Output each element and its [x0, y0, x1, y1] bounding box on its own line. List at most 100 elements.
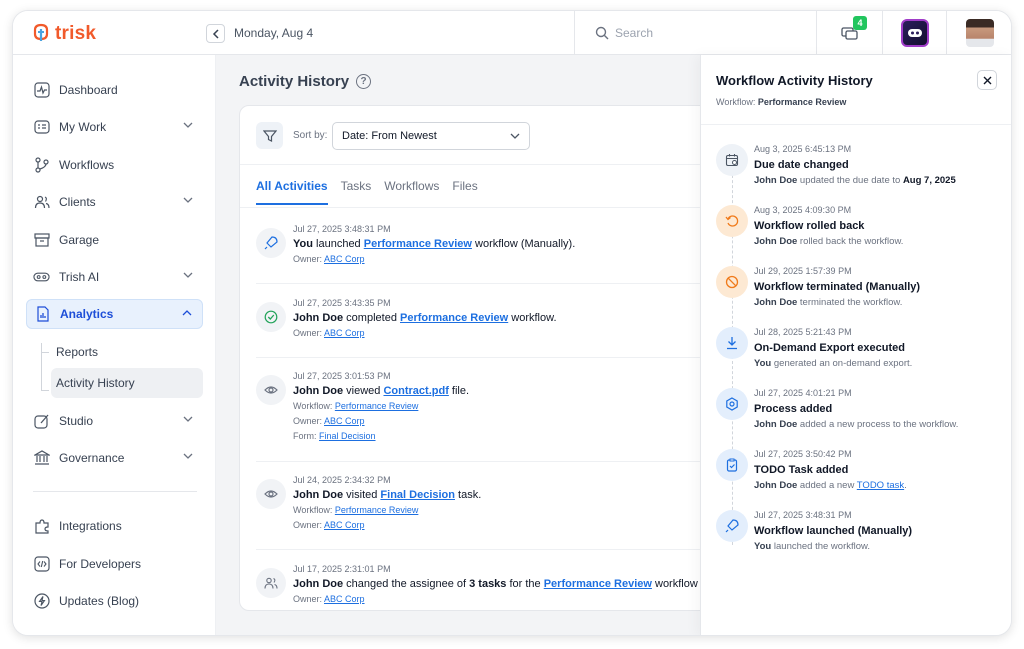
users-icon: [33, 194, 50, 211]
logo-text: trisk: [55, 22, 97, 44]
rocket-icon: [256, 228, 286, 258]
sidebar-item-label: Trish AI: [59, 270, 100, 284]
meta-label: Owner:: [293, 594, 325, 604]
activity-actor: John Doe: [293, 385, 344, 397]
archive-icon: [33, 232, 50, 249]
sidebar-item-garage[interactable]: Garage: [26, 225, 203, 255]
activity-link[interactable]: Contract.pdf: [383, 385, 448, 397]
messages-button[interactable]: 4: [816, 11, 882, 55]
sidebar-item-studio[interactable]: Studio: [26, 406, 203, 436]
event-link[interactable]: TODO task: [857, 480, 904, 491]
logo[interactable]: trisk: [31, 22, 96, 45]
meta-label: Owner:: [293, 328, 325, 338]
divider: [256, 461, 704, 462]
activity-card: Sort by: Date: From Newest All Activitie…: [239, 105, 719, 611]
sidebar-item-trish-ai[interactable]: Trish AI: [26, 262, 203, 292]
help-icon[interactable]: ?: [356, 74, 372, 89]
sidebar-item-integrations[interactable]: Integrations: [26, 511, 203, 541]
activity-rest: task.: [455, 489, 482, 501]
event-desc-text: generated an on-demand export.: [771, 358, 913, 369]
close-button[interactable]: [977, 70, 997, 90]
meta-label: Workflow:: [293, 401, 335, 411]
event-desc-text: added a new process to the workflow.: [797, 419, 959, 430]
owner-link[interactable]: ABC Corp: [324, 254, 365, 264]
sidebar-item-label: Studio: [59, 414, 94, 428]
sidebar-item-updates-blog[interactable]: Updates (Blog): [26, 586, 203, 616]
sidebar-item-workflows[interactable]: Workflows: [26, 150, 203, 180]
chevron-down-icon: [183, 453, 193, 459]
users-icon: [256, 568, 286, 598]
meta-label: Owner:: [293, 416, 325, 426]
sidebar-item-dashboard[interactable]: Dashboard: [26, 75, 203, 105]
event-title: TODO Task added: [754, 464, 849, 476]
owner-link[interactable]: ABC Corp: [324, 520, 365, 530]
form-link[interactable]: Final Decision: [319, 431, 376, 441]
activity-link[interactable]: Performance Review: [544, 578, 652, 590]
search-input[interactable]: Search: [574, 11, 816, 55]
tab-workflows[interactable]: Workflows: [384, 179, 439, 205]
sidebar-subitem-activity-history[interactable]: Activity History: [51, 368, 203, 398]
event-title: On-Demand Export executed: [754, 342, 905, 354]
tab-files[interactable]: Files: [452, 179, 477, 205]
divider: [240, 164, 718, 165]
sort-label: Sort by:: [293, 130, 328, 141]
activity-verb: changed the assignee of: [343, 578, 470, 590]
chevron-up-icon: [182, 310, 192, 316]
event-title: Workflow terminated (Manually): [754, 281, 921, 293]
sort-select[interactable]: Date: From Newest: [332, 122, 530, 150]
logo-icon: [31, 22, 51, 45]
eye-icon: [256, 479, 286, 509]
sidebar-item-clients[interactable]: Clients: [26, 187, 203, 217]
workflow-link[interactable]: Performance Review: [335, 505, 419, 515]
activity-verb: launched: [312, 238, 364, 250]
sidebar-item-for-developers[interactable]: For Developers: [26, 549, 203, 579]
activity-rest: workflow (Manually).: [471, 238, 576, 250]
code-icon: [33, 556, 50, 573]
event-desc-text: added a new: [797, 480, 857, 491]
tab-tasks[interactable]: Tasks: [341, 179, 372, 205]
event-time: Jul 28, 2025 5:21:43 PM: [754, 327, 852, 337]
panel-subtitle-label: Workflow:: [716, 97, 758, 107]
activity-owner: Owner: ABC Corp: [293, 594, 718, 609]
notification-badge: 4: [853, 16, 867, 30]
event-actor: John Doe: [754, 419, 798, 430]
activity-time: Jul 24, 2025 2:34:32 PM: [293, 475, 391, 485]
sidebar-item-label: Analytics: [60, 307, 114, 321]
activity-link[interactable]: Performance Review: [400, 312, 508, 324]
sidebar-item-governance[interactable]: Governance: [26, 443, 203, 473]
panel-subtitle-value: Performance Review: [757, 97, 847, 107]
owner-link[interactable]: ABC Corp: [324, 594, 365, 604]
sidebar-item-label: Governance: [59, 451, 125, 465]
activity-text: John Doe visited Final Decision task.: [293, 489, 718, 505]
divider: [256, 283, 704, 284]
user-avatar-button[interactable]: [946, 11, 1011, 55]
activity-link[interactable]: Performance Review: [364, 238, 472, 250]
sidebar-item-label: Dashboard: [59, 83, 118, 97]
sidebar-item-my-work[interactable]: My Work: [26, 112, 203, 142]
ai-app-button[interactable]: [882, 11, 946, 55]
event-actor: You: [754, 358, 772, 369]
sidebar-item-analytics[interactable]: Analytics: [26, 299, 203, 329]
owner-link[interactable]: ABC Corp: [324, 328, 365, 338]
meta-label: Workflow:: [293, 505, 335, 515]
calendar-icon: [716, 144, 748, 176]
back-button[interactable]: [206, 24, 225, 43]
sidebar-subitem-reports[interactable]: Reports: [51, 337, 203, 367]
activity-rest: file.: [448, 385, 470, 397]
divider: [256, 357, 704, 358]
top-bar: trisk Monday, Aug 4 Search 4: [13, 11, 1011, 55]
event-desc: John Doe added a new process to the work…: [754, 419, 958, 430]
clipboard-icon: [716, 449, 748, 481]
meta-label: Form:: [293, 431, 319, 441]
activity-time: Jul 27, 2025 3:43:35 PM: [293, 298, 391, 308]
sidebar-item-label: Integrations: [59, 519, 122, 533]
download-icon: [716, 327, 748, 359]
tab-all-activities[interactable]: All Activities: [256, 179, 328, 205]
meta-label: Owner:: [293, 520, 325, 530]
filter-button[interactable]: [256, 122, 283, 149]
ban-icon: [716, 266, 748, 298]
owner-link[interactable]: ABC Corp: [324, 416, 365, 426]
workflow-link[interactable]: Performance Review: [335, 401, 419, 411]
event-actor: You: [754, 541, 772, 552]
activity-link[interactable]: Final Decision: [380, 489, 455, 501]
